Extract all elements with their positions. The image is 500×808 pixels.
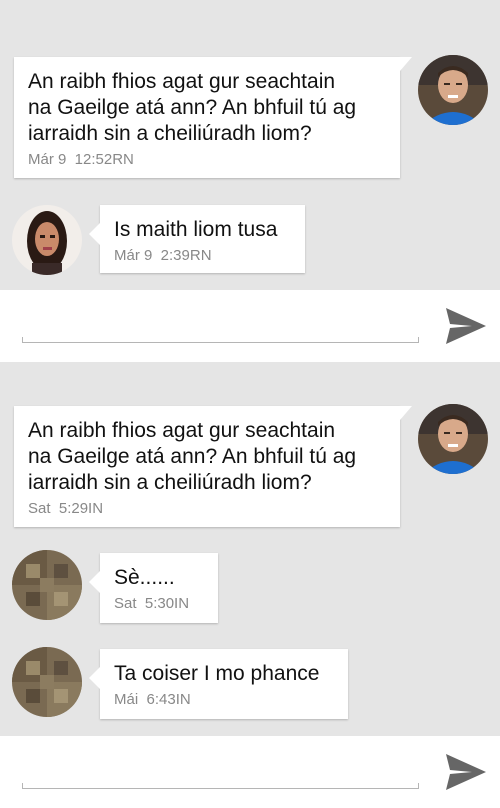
message-text: Sè...... [114, 566, 175, 589]
input-underline [22, 783, 23, 789]
message-composer [0, 736, 500, 808]
avatar-icon [418, 55, 488, 125]
message-bubble-outgoing[interactable]: An raibh fhios agat gur seachtain na Gae… [14, 57, 412, 178]
message-timestamp: Már 9 12:52RN [28, 151, 134, 168]
conversation-thread: An raibh fhios agat gur seachtain na Gae… [0, 0, 500, 290]
send-button[interactable] [444, 752, 488, 792]
avatar[interactable] [418, 404, 488, 474]
avatar[interactable] [12, 550, 82, 620]
avatar-icon [418, 404, 488, 474]
message-timestamp: Sat 5:29IN [28, 500, 104, 517]
message-bubble-incoming[interactable]: Ta coiser I mo phance Mái 6:43IN [89, 649, 348, 719]
avatar[interactable] [418, 55, 488, 125]
avatar-icon [12, 205, 82, 275]
message-timestamp: Mái 6:43IN [114, 691, 191, 708]
send-icon [446, 754, 486, 790]
input-underline [418, 337, 419, 343]
send-icon [446, 308, 486, 344]
avatar-icon [12, 647, 82, 717]
input-underline [22, 337, 23, 343]
input-underline [418, 783, 419, 789]
conversation-thread: An raibh fhios agat gur seachtain na Gae… [0, 362, 500, 736]
message-text: Ta coiser I mo phance [114, 662, 320, 685]
message-text: An raibh fhios agat gur seachtain na Gae… [28, 70, 357, 145]
message-bubble-incoming[interactable]: Sè...... Sat 5:30IN [89, 553, 218, 623]
message-text: Is maith liom tusa [114, 218, 278, 241]
message-timestamp: Sat 5:30IN [114, 595, 190, 612]
message-text: An raibh fhios agat gur seachtain na Gae… [28, 419, 357, 494]
message-bubble-outgoing[interactable]: An raibh fhios agat gur seachtain na Gae… [14, 406, 412, 527]
avatar-icon [12, 550, 82, 620]
send-button[interactable] [444, 306, 488, 346]
message-bubble-incoming[interactable]: Is maith liom tusa Már 9 2:39RN [89, 205, 305, 273]
message-input[interactable] [22, 760, 418, 789]
message-input[interactable] [22, 314, 418, 343]
avatar[interactable] [12, 647, 82, 717]
avatar[interactable] [12, 205, 82, 275]
message-composer [0, 290, 500, 362]
message-timestamp: Már 9 2:39RN [114, 247, 212, 264]
